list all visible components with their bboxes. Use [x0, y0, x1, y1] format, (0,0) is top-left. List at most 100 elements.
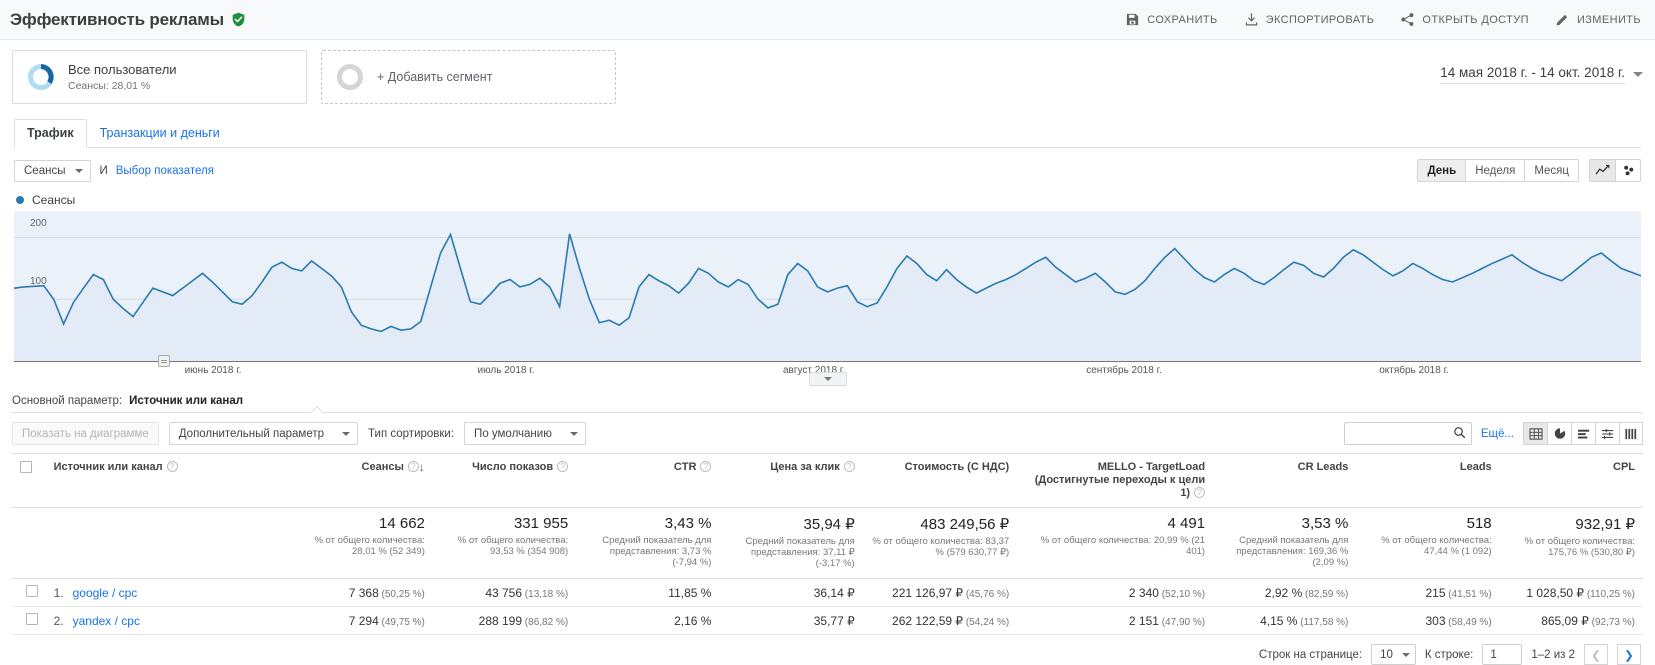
page-title-text: Эффективность рекламы — [10, 9, 224, 29]
metric-select-value: Сеансы — [24, 164, 66, 177]
totals-impressions: 331 955 % от общего количества: 93,53 % … — [432, 507, 577, 579]
table-right-controls: Ещё... — [1343, 422, 1643, 445]
row-checkbox[interactable] — [25, 585, 38, 597]
col-cost[interactable]: Стоимость (С НДС) — [862, 453, 1018, 508]
more-link[interactable]: Ещё... — [1481, 428, 1514, 440]
row-metric-value: 2,16 % — [674, 613, 712, 628]
chevron-down-icon — [1401, 652, 1410, 657]
segment-text: Все пользователи Сеансы: 28,01 % — [68, 62, 177, 92]
row-metric-value: 2,92 % — [1264, 585, 1303, 600]
top-bar: Эффективность рекламы СОХРАНИТЬ ЭКСПОРТИ… — [0, 0, 1655, 40]
granularity-month[interactable]: Месяц — [1524, 159, 1579, 182]
export-button[interactable]: ЭКСПОРТИРОВАТЬ — [1244, 12, 1375, 27]
col-sessions[interactable]: ↓ Сеансы? — [289, 453, 433, 508]
table-row[interactable]: 2. yandex / cpc 7 294 (49,75 %) 288 199 (86… — [12, 606, 1643, 635]
segment-all-users[interactable]: Все пользователи Сеансы: 28,01 % — [12, 50, 307, 104]
row-metric-value: 221 126,97 ₽ — [892, 585, 964, 600]
prev-page-button[interactable]: ❮ — [1584, 644, 1608, 665]
chevron-down-icon — [342, 431, 351, 436]
comparison-view-icon[interactable] — [1595, 422, 1619, 445]
row-metric-cell: 7 368 (50,25 %) — [289, 578, 433, 607]
chart-range-handle[interactable] — [158, 355, 170, 367]
report-tabs: Трафик Транзакции и деньги — [14, 118, 1641, 148]
col-mello-goal[interactable]: MELLO - TargetLoad (Достигнутые переходы… — [1017, 453, 1214, 508]
totals-impressions-sub: % от общего количества: 93,53 % (354 908… — [457, 535, 569, 557]
segment-sessions: Сеансы: 28,01 % — [68, 80, 151, 92]
col-source[interactable]: Источник или канал? — [45, 453, 290, 508]
help-icon[interactable]: ? — [407, 461, 419, 472]
share-label: ОТКРЫТЬ ДОСТУП — [1422, 13, 1529, 26]
help-icon[interactable]: ? — [843, 461, 855, 472]
line-chart-icon[interactable] — [1589, 159, 1615, 182]
x-axis-tick-3: сентябрь 2018 г. — [1086, 365, 1162, 376]
date-range-picker[interactable]: 14 мая 2018 г. - 14 окт. 2018 г. — [1440, 65, 1643, 90]
granularity-controls: День Неделя Месяц — [1417, 159, 1641, 182]
pivot-view-icon[interactable] — [1619, 422, 1643, 445]
row-checkbox[interactable] — [25, 613, 38, 625]
col-mello-goal-label: MELLO - TargetLoad (Достигнутые переходы… — [1034, 461, 1206, 499]
select-all-checkbox[interactable] — [20, 461, 32, 473]
share-icon — [1400, 12, 1415, 27]
metric-row: Сеансы И Выбор показателя День Неделя Ме… — [14, 159, 1641, 182]
select-metric-link[interactable]: Выбор показателя — [116, 165, 214, 177]
pie-view-icon[interactable] — [1547, 422, 1571, 445]
chevron-down-icon — [1633, 71, 1643, 77]
help-icon[interactable]: ? — [166, 461, 178, 472]
sort-type-label: Тип сортировки: — [368, 427, 455, 440]
search-icon[interactable] — [1453, 426, 1466, 442]
col-source-label: Источник или канал — [53, 461, 163, 473]
next-page-button[interactable]: ❯ — [1617, 644, 1641, 665]
rows-per-page-select[interactable]: 10 — [1371, 644, 1416, 665]
scatter-chart-icon[interactable] — [1615, 159, 1641, 182]
col-cr-leads[interactable]: CR Leads — [1213, 453, 1357, 508]
share-button[interactable]: ОТКРЫТЬ ДОСТУП — [1400, 12, 1529, 27]
bar-view-icon[interactable] — [1571, 422, 1595, 445]
collapse-chart-button[interactable] — [808, 372, 847, 386]
row-metric-cell: 2,92 % (82,59 %) — [1213, 578, 1357, 607]
edit-button[interactable]: ИЗМЕНИТЬ — [1555, 12, 1641, 27]
x-axis-tick-4: октябрь 2018 г. — [1379, 365, 1449, 376]
plot-rows-button[interactable]: Показать на диаграмме — [12, 422, 159, 445]
search-input[interactable] — [1343, 422, 1472, 445]
empty-donut-icon — [336, 63, 364, 91]
save-button[interactable]: СОХРАНИТЬ — [1125, 12, 1217, 27]
sessions-line-chart[interactable]: 200 100 — [14, 211, 1641, 361]
granularity-week[interactable]: Неделя — [1465, 159, 1525, 182]
tab-traffic[interactable]: Трафик — [14, 119, 87, 148]
row-metric-value: 35,77 ₽ — [813, 613, 855, 628]
row-metric-cell: 262 122,59 ₽ (54,24 %) — [862, 606, 1018, 635]
row-metric-percent: (92,73 %) — [1588, 616, 1635, 628]
primary-dimension-value[interactable]: Источник или канал — [129, 395, 243, 407]
row-index: 1. — [53, 585, 64, 600]
help-icon[interactable]: ? — [700, 461, 712, 472]
col-impressions[interactable]: Число показов? — [432, 453, 577, 508]
granularity-day[interactable]: День — [1417, 159, 1466, 182]
col-leads[interactable]: Leads — [1356, 453, 1500, 508]
totals-sessions: 14 662 % от общего количества: 28,01 % (… — [289, 507, 433, 579]
chart-legend: Сеансы — [16, 193, 1655, 207]
help-icon[interactable]: ? — [1194, 487, 1206, 498]
row-metric-percent: (45,76 %) — [963, 588, 1010, 600]
row-checkbox-cell — [12, 606, 46, 635]
row-source-link[interactable]: google / cpc — [73, 586, 138, 600]
row-metric-value: 7 294 — [348, 613, 379, 628]
row-metric-percent: (86,82 %) — [522, 616, 569, 628]
col-cpc[interactable]: Цена за клик? — [719, 453, 863, 508]
row-source-link[interactable]: yandex / cpc — [73, 614, 140, 628]
goto-row-input[interactable]: 1 — [1482, 644, 1523, 665]
col-cpl[interactable]: CPL — [1499, 453, 1643, 508]
secondary-dimension-select[interactable]: Дополнительный параметр — [168, 422, 359, 445]
row-metric-cell: 36,14 ₽ — [719, 578, 863, 607]
col-ctr[interactable]: CTR? — [576, 453, 720, 508]
tab-transactions[interactable]: Транзакции и деньги — [87, 119, 233, 148]
table-view-icon[interactable] — [1523, 422, 1547, 445]
totals-sessions-value: 14 662 — [379, 515, 425, 532]
sort-desc-icon: ↓ — [418, 460, 425, 474]
help-icon[interactable]: ? — [557, 461, 569, 472]
metric-select[interactable]: Сеансы — [14, 159, 92, 182]
add-segment-button[interactable]: + Добавить сегмент — [321, 50, 616, 104]
sort-type-select[interactable]: По умолчанию — [464, 422, 586, 445]
date-range-text: 14 мая 2018 г. - 14 окт. 2018 г. — [1440, 65, 1625, 84]
row-metric-percent: (117,58 %) — [1297, 616, 1349, 628]
table-row[interactable]: 1. google / cpc 7 368 (50,25 %) 43 756 (13,… — [12, 578, 1643, 607]
